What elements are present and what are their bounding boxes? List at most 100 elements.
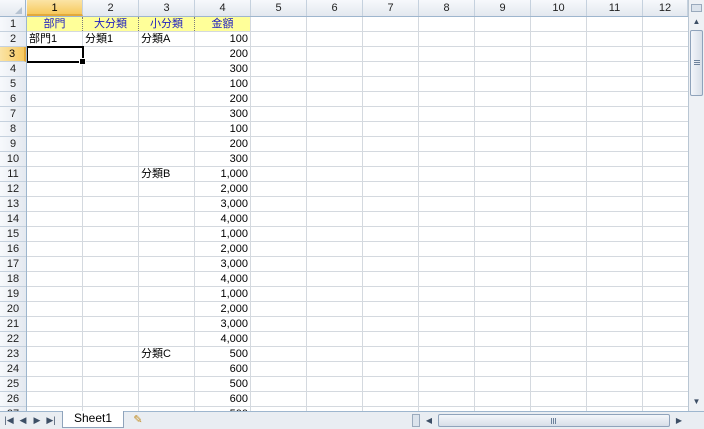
row-header[interactable]: 12	[0, 182, 26, 197]
row-header[interactable]: 18	[0, 272, 26, 287]
cell-amount[interactable]: 4,000	[195, 212, 248, 226]
scroll-right-icon[interactable]: ▶	[672, 413, 686, 428]
grid-line	[27, 226, 688, 227]
sheet-tab-bar: |◀ ◀ ▶ ▶| Sheet1 ✎ ◀ ▶	[0, 411, 704, 429]
horizontal-scroll-thumb[interactable]	[438, 414, 670, 427]
cell-major-category[interactable]: 分類1	[83, 32, 138, 46]
cell-amount[interactable]: 3,000	[195, 257, 248, 271]
prev-sheet-icon[interactable]: ◀	[17, 414, 29, 427]
last-sheet-icon[interactable]: ▶|	[45, 414, 57, 427]
row-header[interactable]: 24	[0, 362, 26, 377]
header-cell-major-category[interactable]: 大分類	[83, 17, 138, 31]
row-header[interactable]: 3	[0, 47, 26, 62]
header-cell-minor-category[interactable]: 小分類	[139, 17, 194, 31]
grip-line	[553, 418, 554, 424]
row-header[interactable]: 23	[0, 347, 26, 362]
row-header[interactable]: 1	[0, 17, 26, 32]
row-header[interactable]: 17	[0, 257, 26, 272]
grid-line	[27, 136, 688, 137]
cell-amount[interactable]: 1,000	[195, 287, 248, 301]
grid-line	[27, 361, 688, 362]
row-header[interactable]: 15	[0, 227, 26, 242]
column-header[interactable]: 7	[363, 0, 419, 16]
column-header[interactable]: 5	[251, 0, 307, 16]
cell-amount[interactable]: 300	[195, 107, 248, 121]
cell-amount[interactable]: 600	[195, 362, 248, 376]
row-header[interactable]: 26	[0, 392, 26, 407]
row-header[interactable]: 20	[0, 302, 26, 317]
horizontal-scrollbar[interactable]: ◀ ▶	[422, 413, 686, 428]
row-header[interactable]: 8	[0, 122, 26, 137]
column-header[interactable]: 8	[419, 0, 475, 16]
cell-amount[interactable]: 500	[195, 377, 248, 391]
scroll-left-icon[interactable]: ◀	[422, 413, 436, 428]
cell-amount[interactable]: 2,000	[195, 302, 248, 316]
row-header[interactable]: 25	[0, 377, 26, 392]
column-header[interactable]: 3	[139, 0, 195, 16]
cell-amount[interactable]: 2,000	[195, 242, 248, 256]
cell-department[interactable]: 部門1	[27, 32, 82, 46]
column-header[interactable]: 4	[195, 0, 251, 16]
cell-amount[interactable]: 4,000	[195, 272, 248, 286]
grid-line	[27, 121, 688, 122]
vertical-scrollbar[interactable]: ▲ ▼	[688, 0, 704, 411]
row-header[interactable]: 14	[0, 212, 26, 227]
cell-amount[interactable]: 600	[195, 392, 248, 406]
cell-minor-category[interactable]: 分類A	[139, 32, 194, 46]
cell-amount[interactable]: 200	[195, 47, 248, 61]
row-header[interactable]: 22	[0, 332, 26, 347]
cell-amount[interactable]: 300	[195, 62, 248, 76]
row-header[interactable]: 11	[0, 167, 26, 182]
column-header[interactable]: 1	[27, 0, 83, 16]
cell-amount[interactable]: 2,000	[195, 182, 248, 196]
column-header[interactable]: 10	[531, 0, 587, 16]
cell-amount[interactable]: 3,000	[195, 197, 248, 211]
cell-minor-category[interactable]: 分類B	[139, 167, 194, 181]
vertical-split-box[interactable]	[691, 4, 702, 12]
row-header[interactable]: 5	[0, 77, 26, 92]
row-header[interactable]: 4	[0, 62, 26, 77]
column-header[interactable]: 12	[643, 0, 688, 16]
header-cell-department[interactable]: 部門	[27, 17, 82, 31]
row-header[interactable]: 2	[0, 32, 26, 47]
cell-grid[interactable]: 部門 大分類 小分類 金額 部門1 分類1 分類A 分類B 分類C 100 200…	[27, 17, 688, 411]
row-header[interactable]: 19	[0, 287, 26, 302]
cell-amount[interactable]: 1,000	[195, 167, 248, 181]
active-cell-cursor[interactable]	[27, 46, 84, 63]
row-header[interactable]: 9	[0, 137, 26, 152]
cell-amount[interactable]: 4,000	[195, 332, 248, 346]
sheet-tab-sheet1[interactable]: Sheet1	[62, 411, 124, 428]
select-all-corner[interactable]	[0, 0, 26, 16]
grid-line	[27, 286, 688, 287]
column-header[interactable]: 11	[587, 0, 643, 16]
row-header[interactable]: 10	[0, 152, 26, 167]
cell-amount[interactable]: 300	[195, 152, 248, 166]
row-header[interactable]: 13	[0, 197, 26, 212]
first-sheet-icon[interactable]: |◀	[3, 414, 15, 427]
cell-amount[interactable]: 500	[195, 347, 248, 361]
row-header[interactable]: 21	[0, 317, 26, 332]
row-header[interactable]: 7	[0, 107, 26, 122]
next-sheet-icon[interactable]: ▶	[31, 414, 43, 427]
row-header[interactable]: 6	[0, 92, 26, 107]
column-header[interactable]: 9	[475, 0, 531, 16]
column-header[interactable]: 6	[307, 0, 363, 16]
scroll-down-icon[interactable]: ▼	[689, 394, 704, 409]
cell-amount[interactable]: 100	[195, 32, 248, 46]
cell-amount[interactable]: 100	[195, 122, 248, 136]
vertical-scroll-thumb[interactable]	[690, 30, 703, 96]
insert-sheet-icon[interactable]: ✎	[130, 413, 146, 427]
cell-amount[interactable]: 200	[195, 92, 248, 106]
cell-amount[interactable]: 100	[195, 77, 248, 91]
column-header[interactable]: 2	[83, 0, 139, 16]
fill-handle[interactable]	[79, 58, 86, 65]
header-cell-amount[interactable]: 金額	[195, 17, 250, 31]
row-header[interactable]: 16	[0, 242, 26, 257]
cell-minor-category[interactable]: 分類C	[139, 347, 194, 361]
cell-amount[interactable]: 200	[195, 137, 248, 151]
grid-line	[27, 316, 688, 317]
cell-amount[interactable]: 1,000	[195, 227, 248, 241]
horizontal-split-box[interactable]	[412, 414, 420, 427]
scroll-up-icon[interactable]: ▲	[689, 14, 704, 29]
cell-amount[interactable]: 3,000	[195, 317, 248, 331]
